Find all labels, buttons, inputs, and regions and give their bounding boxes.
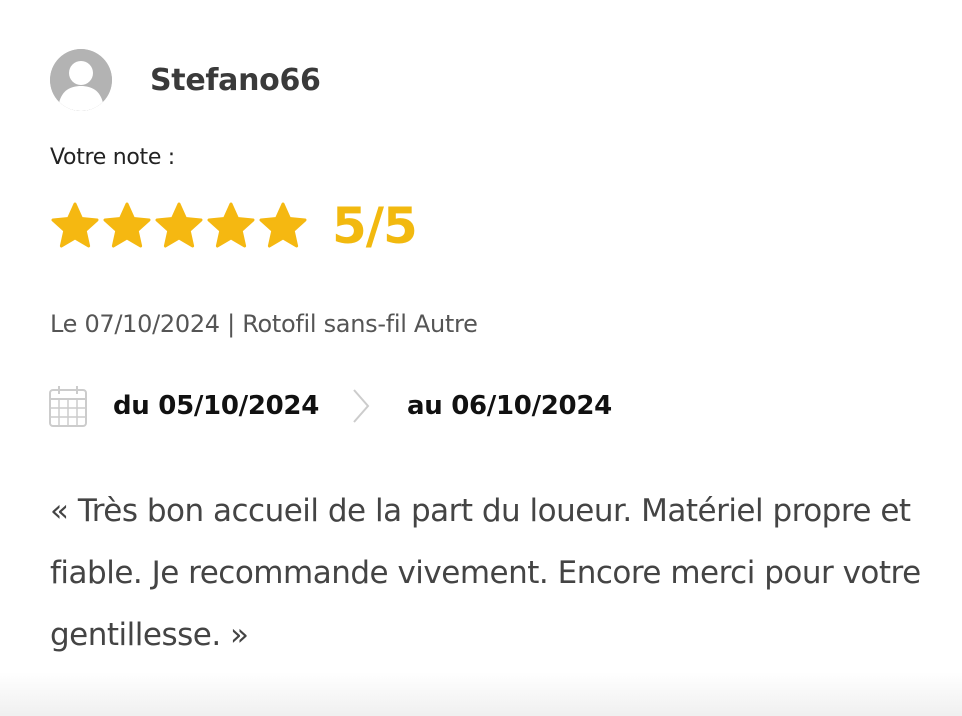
date-to: au 06/10/2024 [407,391,612,421]
rating-row: 5/5 [50,196,418,256]
star-icon [207,202,255,248]
date-from: du 05/10/2024 [113,391,319,421]
rental-dates: du 05/10/2024 au 06/10/2024 [48,383,612,429]
avatar [50,49,112,111]
review-comment: « Très bon accueil de la part du loueur.… [50,493,921,653]
rating-score: 5/5 [332,197,418,255]
star-rating [50,201,308,251]
review-meta: Le 07/10/2024 | Rotofil sans-fil Autre [50,310,478,338]
review-card: Stefano66 Votre note : 5/5 Le 07/10/2024… [0,0,962,716]
calendar-icon [49,386,87,427]
bottom-shadow [0,672,962,716]
chevron-right-icon [353,389,370,423]
username: Stefano66 [150,62,321,98]
review-header: Stefano66 [50,48,321,112]
star-icon [51,202,99,248]
star-icon [259,202,307,248]
star-icon [103,202,151,248]
rating-label: Votre note : [50,145,175,170]
user-silhouette-icon [50,49,112,111]
star-icon [155,202,203,248]
